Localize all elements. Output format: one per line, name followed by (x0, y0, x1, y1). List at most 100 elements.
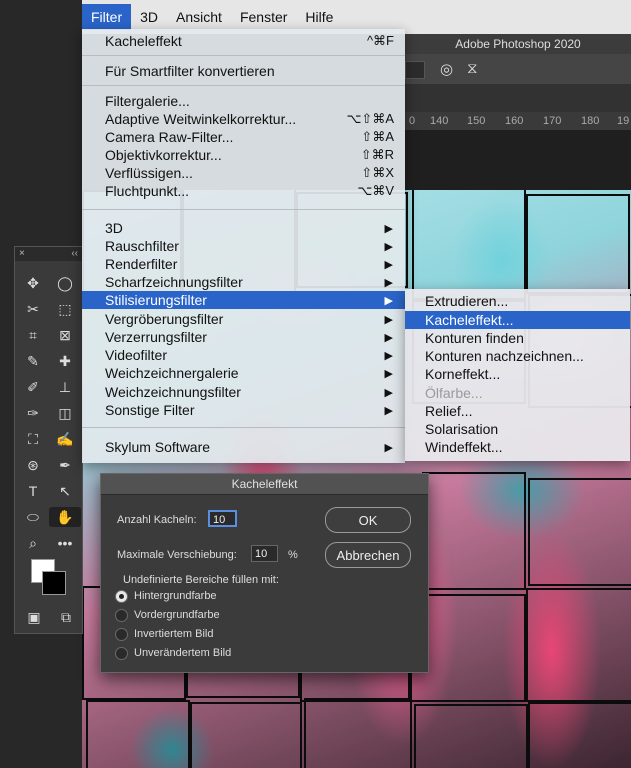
tiles-input[interactable]: 10 (208, 510, 237, 527)
menu-item-weichzeichnungsfilter[interactable]: Weichzeichnungsfilter ▶ (82, 383, 405, 401)
healing-brush-icon[interactable]: ✚ (49, 351, 81, 371)
frame-icon[interactable]: ⊠ (49, 325, 81, 345)
menu-item-label: Objektivkorrektur... (105, 147, 222, 163)
submenu-item-relief[interactable]: Relief... (405, 402, 630, 420)
color-swatches[interactable] (29, 559, 69, 599)
submenu-item-label: Konturen nachzeichnen... (425, 348, 584, 364)
menu-item-verfluessigen[interactable]: Verflüssigen... ⇧⌘X (82, 164, 405, 182)
tile (414, 704, 528, 768)
tools-panel-header: × ‹‹ (15, 247, 82, 261)
menu-ansicht[interactable]: Ansicht (167, 4, 231, 30)
submenu-item-windeffekt[interactable]: Windeffekt... (405, 438, 630, 456)
history-brush-icon[interactable]: ✑ (17, 403, 49, 423)
hand-icon[interactable]: ✋ (49, 507, 81, 527)
menu-item-label: Verzerrungsfilter (105, 329, 207, 345)
menu-item-vergroeberung[interactable]: Vergröberungsfilter ▶ (82, 310, 405, 328)
offset-unit: % (288, 549, 298, 561)
kacheleffekt-dialog: Kacheleffekt Anzahl Kacheln: 10 OK Maxim… (100, 473, 429, 673)
pen-icon[interactable]: ✒ (49, 455, 81, 475)
shape-icon[interactable]: ⬭ (17, 507, 49, 527)
menu-item-objektivkorrektur[interactable]: Objektivkorrektur... ⇧⌘R (82, 146, 405, 164)
submenu-arrow-icon: ▶ (384, 294, 393, 307)
menu-item-label: Vergröberungsfilter (105, 311, 224, 327)
menu-item-label: Filtergalerie... (105, 93, 190, 109)
submenu-item-label: Extrudieren... (425, 293, 509, 309)
menu-item-sonstige[interactable]: Sonstige Filter ▶ (82, 401, 405, 419)
paint-bucket-icon[interactable]: ⛶ (17, 429, 49, 449)
stamp-icon[interactable]: ⊥ (49, 377, 81, 397)
ok-button[interactable]: OK (325, 507, 411, 533)
eraser-icon[interactable]: ◫ (49, 403, 81, 423)
shortcut: ⌥⌘V (357, 183, 394, 198)
tools-panel: × ‹‹ ✥ ◯ ✂ ⬚ ⌗ ⊠ ✎ ✚ ✐ ⊥ ✑ ◫ ⛶ ✍ ⊛ ✒ T ↖… (14, 246, 83, 634)
submenu-item-korneffekt[interactable]: Korneffekt... (405, 365, 630, 383)
move-tool-icon[interactable]: ✥ (17, 273, 49, 293)
radio-hintergrundfarbe[interactable] (115, 590, 128, 603)
radio-unveraendertem-bild[interactable] (115, 647, 128, 660)
menu-item-scharfzeichnung[interactable]: Scharfzeichnungsfilter ▶ (82, 273, 405, 291)
quick-mask-icon[interactable]: ▣ (19, 607, 49, 627)
menu-item-renderfilter[interactable]: Renderfilter ▶ (82, 255, 405, 273)
menu-item-weichzeichnergalerie[interactable]: Weichzeichnergalerie ▶ (82, 364, 405, 382)
more-tools-icon[interactable]: ••• (49, 533, 81, 553)
ellipse-marquee-icon[interactable]: ◯ (49, 273, 81, 293)
menu-item-label: Scharfzeichnungsfilter (105, 274, 243, 290)
submenu-arrow-icon: ▶ (384, 349, 393, 362)
submenu-item-label: Korneffekt... (425, 366, 501, 382)
menu-item-rauschfilter[interactable]: Rauschfilter ▶ (82, 237, 405, 255)
menu-filter[interactable]: Filter (82, 4, 132, 30)
menu-item-adaptive[interactable]: Adaptive Weitwinkelkorrektur... ⌥⇧⌘A (82, 110, 405, 128)
menu-separator (82, 55, 405, 56)
submenu-item-extrudieren[interactable]: Extrudieren... (405, 292, 630, 310)
menu-item-label: Kacheleffekt (105, 33, 182, 49)
cancel-button[interactable]: Abbrechen (325, 542, 411, 568)
object-select-icon[interactable]: ⬚ (49, 299, 81, 319)
background-color[interactable] (42, 571, 66, 595)
ruler-tick: 150 (467, 115, 486, 127)
close-icon[interactable]: × (19, 248, 25, 259)
menu-fenster[interactable]: Fenster (231, 4, 296, 30)
submenu-item-konturen-nachzeichnen[interactable]: Konturen nachzeichnen... (405, 347, 630, 365)
horizontal-ruler: 0 140 150 160 170 180 19 (405, 112, 631, 131)
menu-item-last-filter[interactable]: Kacheleffekt ^⌘F (82, 32, 405, 50)
eyedropper-icon[interactable]: ✎ (17, 351, 49, 371)
dodge-icon[interactable]: ⊛ (17, 455, 49, 475)
dialog-title: Kacheleffekt (231, 477, 298, 491)
screen-mode-icon[interactable]: ⧉ (51, 607, 81, 627)
menu-item-skylum[interactable]: Skylum Software ▶ (82, 438, 405, 456)
type-icon[interactable]: T (17, 481, 49, 501)
radio-vordergrundfarbe[interactable] (115, 609, 128, 622)
ruler-tick: 140 (430, 115, 449, 127)
brush-icon[interactable]: ✐ (17, 377, 49, 397)
menu-item-verzerrung[interactable]: Verzerrungsfilter ▶ (82, 328, 405, 346)
dialog-title-bar: Kacheleffekt (101, 474, 428, 495)
lasso-icon[interactable]: ✂ (17, 299, 49, 319)
submenu-item-solarisation[interactable]: Solarisation (405, 420, 630, 438)
submenu-item-konturen-finden[interactable]: Konturen finden (405, 329, 630, 347)
menu-3d[interactable]: 3D (131, 4, 167, 30)
path-select-icon[interactable]: ↖ (49, 481, 81, 501)
radio-invertiertem-bild[interactable] (115, 628, 128, 641)
menu-item-smart-filter[interactable]: Für Smartfilter konvertieren (82, 62, 405, 80)
menu-item-fluchtpunkt[interactable]: Fluchtpunkt... ⌥⌘V (82, 182, 405, 200)
options-field[interactable] (405, 61, 425, 79)
menu-item-3d[interactable]: 3D ▶ (82, 219, 405, 237)
menu-hilfe[interactable]: Hilfe (296, 4, 342, 30)
menu-item-label: Renderfilter (105, 256, 178, 272)
menu-item-filtergalerie[interactable]: Filtergalerie... (82, 92, 405, 110)
zoom-icon[interactable]: ⌕ (17, 533, 49, 553)
menu-item-videofilter[interactable]: Videofilter ▶ (82, 346, 405, 364)
collapse-icon[interactable]: ‹‹ (71, 248, 78, 259)
submenu-item-kacheleffekt[interactable]: Kacheleffekt... (405, 311, 630, 329)
submenu-arrow-icon: ▶ (384, 386, 393, 399)
radio-label: Hintergrundfarbe (134, 590, 217, 602)
menu-item-label: Stilisierungsfilter (105, 292, 207, 308)
offset-input[interactable]: 10 (251, 545, 278, 562)
menu-item-camera-raw[interactable]: Camera Raw-Filter... ⇧⌘A (82, 128, 405, 146)
target-icon[interactable]: ◎ (440, 60, 453, 78)
butterfly-icon[interactable]: ⧖ (467, 60, 478, 77)
menu-item-stilisierungsfilter[interactable]: Stilisierungsfilter ▶ (82, 291, 405, 309)
smudge-icon[interactable]: ✍ (49, 429, 81, 449)
crop-icon[interactable]: ⌗ (17, 325, 49, 345)
submenu-item-label: Relief... (425, 403, 473, 419)
